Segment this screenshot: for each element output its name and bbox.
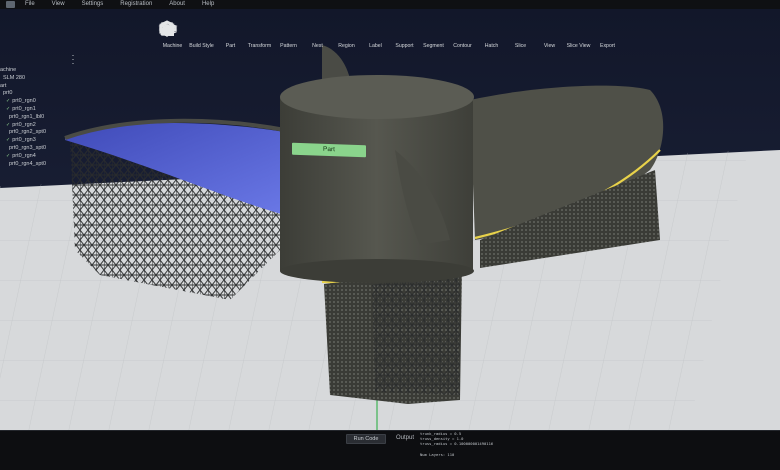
- tree-item[interactable]: ✓ prt0_rgn2: [0, 122, 46, 130]
- tool-contour-label: Contour: [453, 43, 472, 49]
- tree-item[interactable]: prt0_rgn4_spt0: [0, 161, 46, 169]
- console-line: Num Layers: 110: [420, 451, 455, 457]
- scene-tree: achine SLM 280 art prt0 ✓ prt0_rgn0 ✓ prt0_rgn1…: [0, 67, 46, 168]
- tool-transform-label: Transform: [247, 43, 272, 49]
- segment-icon: [160, 20, 444, 40]
- tool-segment[interactable]: Segment: [160, 20, 448, 56]
- tool-view-label: View: [543, 43, 556, 49]
- menu-view[interactable]: View: [52, 0, 65, 9]
- build-style-icon: [161, 20, 212, 40]
- tree-item[interactable]: achine: [0, 67, 46, 75]
- tool-hatch-label: Hatch: [484, 43, 499, 49]
- tree-item-label: SLM 280: [3, 74, 26, 81]
- menu-settings[interactable]: Settings: [82, 0, 104, 9]
- nest-icon: [158, 20, 328, 40]
- tree-item-label: achine: [0, 67, 17, 73]
- tool-label[interactable]: Label: [160, 20, 390, 56]
- tool-label-label: Label: [369, 43, 382, 49]
- visibility-check-icon[interactable]: ✓: [6, 153, 10, 161]
- tree-item-label: prt0_rgn4_spt0: [9, 160, 46, 167]
- 3d-viewport[interactable]: Machine Build Style Part Transform Patte…: [0, 9, 780, 430]
- tree-item-label: prt0_rgn0: [12, 98, 36, 105]
- tree-item[interactable]: prt0_rgn2_spt0: [0, 129, 46, 137]
- tool-hatch[interactable]: Hatch: [160, 20, 506, 56]
- tree-item[interactable]: ✓ prt0_rgn0: [0, 98, 46, 106]
- visibility-check-icon[interactable]: ✓: [6, 137, 10, 145]
- tree-item-label: prt0_rgn3: [12, 137, 36, 144]
- panel-menu-icon[interactable]: · · ·: [71, 51, 75, 68]
- export-icon: [161, 20, 618, 40]
- slice-icon: [159, 20, 531, 40]
- tool-machine-label: Machine: [162, 43, 183, 49]
- menu-bar: File View Settings Registration About He…: [0, 0, 780, 9]
- tool-nest[interactable]: Nest: [158, 20, 332, 56]
- tool-slice[interactable]: Slice: [159, 20, 535, 56]
- view-icon: [159, 20, 560, 40]
- tool-region-label: Region: [338, 43, 355, 49]
- tool-segment-label: Segment: [423, 43, 444, 49]
- transform-icon: [159, 20, 270, 40]
- tree-item[interactable]: art: [0, 83, 46, 91]
- slice-view-icon: [159, 20, 589, 40]
- tool-region[interactable]: Region: [159, 20, 361, 56]
- region-icon: [159, 20, 357, 40]
- hub-top-face: [280, 75, 474, 119]
- tool-transform[interactable]: Transform: [159, 20, 274, 56]
- pattern-icon: [158, 20, 299, 40]
- tree-item[interactable]: prt0_rgn3_spt0: [0, 145, 46, 153]
- tree-item-label: prt0_rgn1_lbl0: [9, 113, 45, 120]
- tool-view[interactable]: View: [159, 20, 564, 56]
- tool-build-style-label: Build Style: [189, 43, 214, 49]
- tool-export-label: Export: [600, 43, 615, 49]
- main-toolbar: Machine Build Style Part Transform Patte…: [158, 20, 622, 56]
- tool-nest-label: Nest: [312, 43, 323, 49]
- tree-item[interactable]: SLM 280: [0, 75, 46, 83]
- tree-item-label: prt0_rgn4: [12, 152, 36, 159]
- tool-support-label: Support: [395, 43, 414, 49]
- scene-canvas: [0, 45, 780, 430]
- hatch-icon: [160, 20, 502, 40]
- tool-part-label: Part: [225, 43, 236, 49]
- tool-build-style[interactable]: Build Style: [161, 20, 216, 56]
- contour-icon: [158, 20, 473, 40]
- tree-item[interactable]: prt0_rgn1_lbl0: [0, 114, 46, 122]
- tree-item[interactable]: ✓ prt0_rgn3: [0, 137, 46, 145]
- app-logo-icon: [6, 1, 15, 8]
- tree-item[interactable]: ✓ prt0_rgn4: [0, 153, 46, 161]
- output-tab[interactable]: Output: [396, 435, 414, 441]
- tool-slice-view[interactable]: Slice View: [159, 20, 593, 56]
- tree-item-label: prt0: [3, 90, 13, 97]
- tree-item-label: prt0_rgn3_spt0: [9, 144, 46, 151]
- visibility-check-icon[interactable]: ✓: [6, 106, 10, 114]
- tree-item-label: prt0_rgn2_spt0: [9, 129, 46, 136]
- tree-item-label: prt0_rgn2: [12, 121, 36, 128]
- menu-help[interactable]: Help: [202, 0, 214, 9]
- console-line: truss_radius = 0.100000001490116: [420, 441, 494, 447]
- tool-export[interactable]: Export: [161, 20, 622, 56]
- run-code-button[interactable]: Run Code: [346, 434, 386, 444]
- tool-pattern[interactable]: Pattern: [158, 20, 303, 56]
- tool-pattern-label: Pattern: [280, 43, 297, 49]
- tree-item-label: art: [0, 82, 7, 89]
- part-icon: [161, 20, 241, 40]
- support-icon: [160, 20, 415, 40]
- part-label-tag[interactable]: Part: [292, 142, 366, 158]
- tool-slice-label: Slice: [514, 43, 527, 49]
- menu-about[interactable]: About: [169, 0, 185, 9]
- tree-item[interactable]: ✓ prt0_rgn1: [0, 106, 46, 114]
- bottom-panel: Run Code Output trunk_radius = 0.5 truss…: [0, 430, 780, 470]
- visibility-check-icon[interactable]: ✓: [6, 98, 10, 106]
- menu-file[interactable]: File: [25, 0, 35, 9]
- tree-item-label: prt0_rgn1: [12, 105, 36, 112]
- tool-slice-view-label: Slice View: [566, 43, 591, 49]
- menu-registration[interactable]: Registration: [120, 0, 152, 9]
- tree-item[interactable]: prt0: [0, 90, 46, 98]
- hub-cylinder: [280, 96, 473, 271]
- tool-part[interactable]: Part: [161, 20, 245, 56]
- label-icon: [160, 20, 386, 40]
- tool-contour[interactable]: Contour: [158, 20, 477, 56]
- visibility-check-icon[interactable]: ✓: [6, 122, 10, 130]
- output-console: trunk_radius = 0.5 truss_density = 1.0 t…: [420, 431, 493, 457]
- tool-support[interactable]: Support: [160, 20, 419, 56]
